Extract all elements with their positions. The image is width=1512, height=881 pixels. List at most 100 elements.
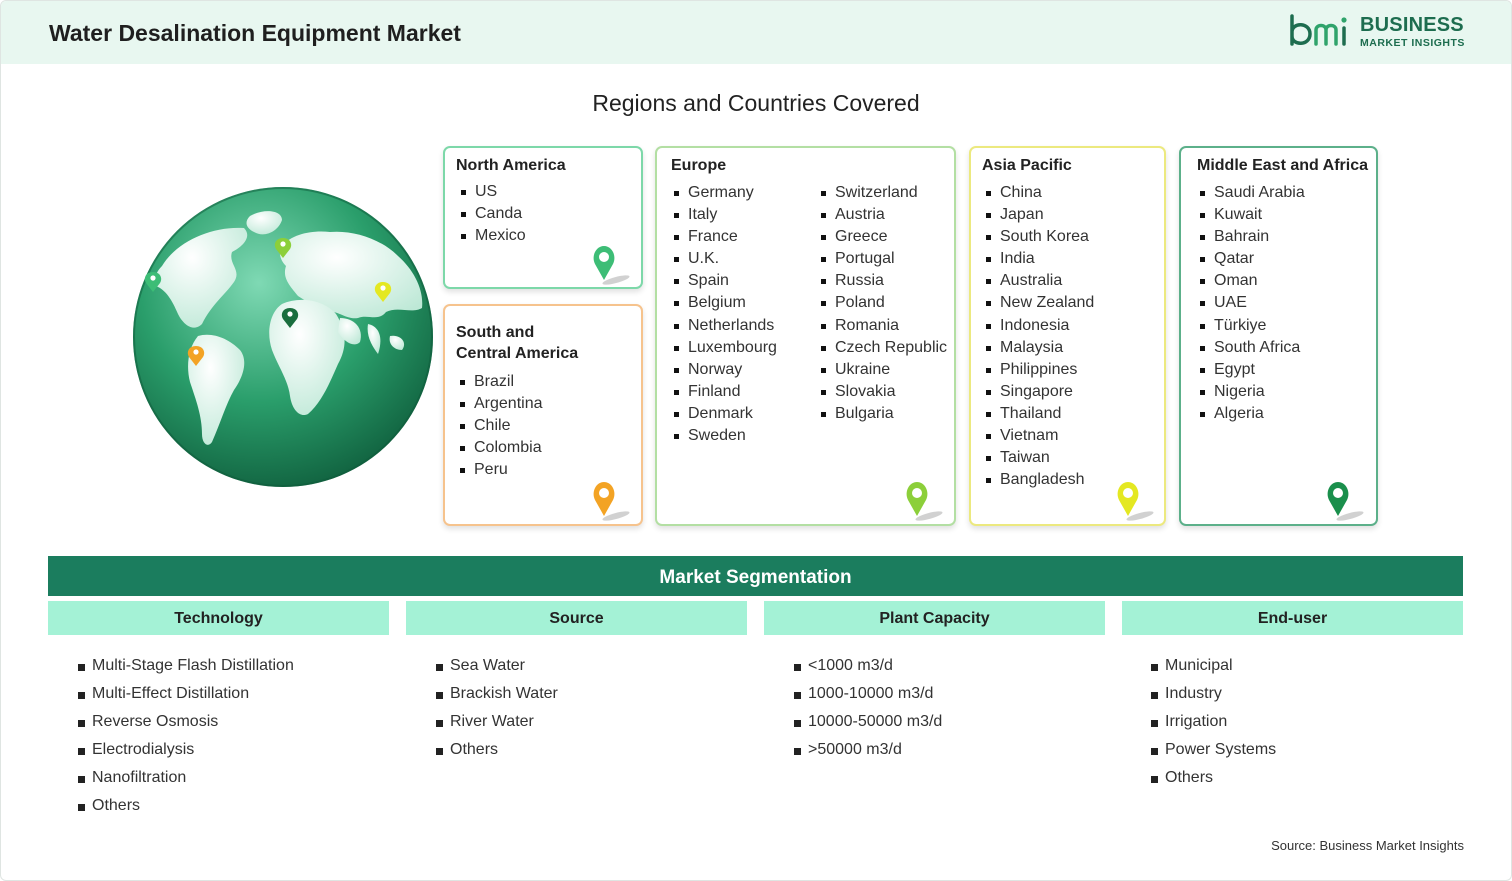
region-card-north-america: North America US Canda Mexico <box>443 146 643 289</box>
segment-item: Sea Water <box>436 652 558 680</box>
country-item: India <box>984 248 1094 270</box>
region-title-line2: Central America <box>456 345 579 362</box>
segment-list-source: Sea Water Brackish Water River Water Oth… <box>436 652 558 764</box>
country-item: Türkiye <box>1198 315 1305 337</box>
country-item: Norway <box>672 359 777 381</box>
country-item: U.K. <box>672 248 777 270</box>
country-item: Argentina <box>458 393 543 415</box>
country-item: Japan <box>984 204 1094 226</box>
region-card-europe: Europe Germany Italy France U.K. Spain B… <box>655 146 956 526</box>
country-item: Switzerland <box>819 182 947 204</box>
country-item: Singapore <box>984 381 1094 403</box>
location-pin-icon <box>593 246 630 285</box>
segment-item: 1000-10000 m3/d <box>794 680 942 708</box>
country-item: Canda <box>459 203 526 225</box>
segment-item: Power Systems <box>1151 736 1276 764</box>
segment-item: Multi-Stage Flash Distillation <box>78 652 294 680</box>
country-item: Russia <box>819 270 947 292</box>
country-item: South Africa <box>1198 337 1305 359</box>
country-item: Ukraine <box>819 359 947 381</box>
country-item: Mexico <box>459 225 526 247</box>
country-item: Czech Republic <box>819 337 947 359</box>
country-item: Italy <box>672 204 777 226</box>
country-item: Algeria <box>1198 403 1305 425</box>
logo-text-market-insights: MARKET INSIGHTS <box>1360 37 1465 49</box>
segment-header-technology: Technology <box>48 601 389 635</box>
segment-item: Others <box>78 792 294 820</box>
segment-item: Electrodialysis <box>78 736 294 764</box>
country-item: Indonesia <box>984 315 1094 337</box>
page-title: Water Desalination Equipment Market <box>49 20 461 46</box>
bmi-logo-icon <box>1290 14 1347 46</box>
region-card-south-central-america: South and Central America Brazil Argenti… <box>443 304 643 526</box>
country-item: Denmark <box>672 403 777 425</box>
segment-header-plant-capacity: Plant Capacity <box>764 601 1105 635</box>
country-item: Netherlands <box>672 315 777 337</box>
segment-header-source: Source <box>406 601 747 635</box>
country-item: Chile <box>458 415 543 437</box>
country-item: Thailand <box>984 403 1094 425</box>
country-item: Peru <box>458 459 543 481</box>
country-item: Luxembourg <box>672 337 777 359</box>
country-item: Nigeria <box>1198 381 1305 403</box>
country-item: Malaysia <box>984 337 1094 359</box>
country-item: Austria <box>819 204 947 226</box>
region-title-asia-pacific: Asia Pacific <box>982 157 1072 174</box>
source-note: Source: Business Market Insights <box>1271 838 1464 853</box>
country-item: Romania <box>819 315 947 337</box>
region-title-middle-east-africa: Middle East and Africa <box>1197 157 1368 174</box>
country-item: Kuwait <box>1198 204 1305 226</box>
country-item: Brazil <box>458 371 543 393</box>
country-item: China <box>984 182 1094 204</box>
country-item: France <box>672 226 777 248</box>
segment-header-end-user: End-user <box>1122 601 1463 635</box>
country-item: UAE <box>1198 292 1305 314</box>
country-item: Bahrain <box>1198 226 1305 248</box>
region-title-north-america: North America <box>456 157 566 174</box>
country-item: South Korea <box>984 226 1094 248</box>
segment-item: Irrigation <box>1151 708 1276 736</box>
region-title-europe: Europe <box>671 157 727 174</box>
region-card-middle-east-africa: Middle East and Africa Saudi Arabia Kuwa… <box>1179 146 1378 526</box>
country-item: Saudi Arabia <box>1198 182 1305 204</box>
country-item: Greece <box>819 226 947 248</box>
segment-item: Others <box>1151 764 1276 792</box>
segment-list-plant-capacity: <1000 m3/d 1000-10000 m3/d 10000-50000 m… <box>794 652 942 764</box>
location-pin-icon <box>1327 482 1364 521</box>
segment-item: Municipal <box>1151 652 1276 680</box>
location-pin-icon <box>1117 482 1154 521</box>
region-title-line1: South and <box>456 324 535 341</box>
country-item: Bulgaria <box>819 403 947 425</box>
country-item: Qatar <box>1198 248 1305 270</box>
country-item: Philippines <box>984 359 1094 381</box>
country-item: Germany <box>672 182 777 204</box>
country-item: Australia <box>984 270 1094 292</box>
country-item: Bangladesh <box>984 469 1094 491</box>
country-item: Colombia <box>458 437 543 459</box>
logo-text-business: BUSINESS <box>1360 14 1464 36</box>
segment-item: Others <box>436 736 558 764</box>
country-item: Belgium <box>672 292 777 314</box>
country-item: Oman <box>1198 270 1305 292</box>
segment-item: 10000-50000 m3/d <box>794 708 942 736</box>
segment-item: Industry <box>1151 680 1276 708</box>
segment-item: <1000 m3/d <box>794 652 942 680</box>
header-bar: Water Desalination Equipment Market <box>1 1 1511 64</box>
country-item: Vietnam <box>984 425 1094 447</box>
country-item: Egypt <box>1198 359 1305 381</box>
region-title-south-central-america: South and Central America <box>456 322 578 364</box>
segment-item: >50000 m3/d <box>794 736 942 764</box>
region-card-asia-pacific: Asia Pacific China Japan South Korea Ind… <box>969 146 1166 526</box>
segment-item: Brackish Water <box>436 680 558 708</box>
segment-list-technology: Multi-Stage Flash Distillation Multi-Eff… <box>78 652 294 820</box>
country-item: Slovakia <box>819 381 947 403</box>
location-pin-icon <box>906 482 943 521</box>
country-item: Finland <box>672 381 777 403</box>
country-item: Spain <box>672 270 777 292</box>
segment-item: Multi-Effect Distillation <box>78 680 294 708</box>
country-item: Portugal <box>819 248 947 270</box>
location-pin-icon <box>593 482 630 521</box>
country-item: Taiwan <box>984 447 1094 469</box>
segment-list-end-user: Municipal Industry Irrigation Power Syst… <box>1151 652 1276 792</box>
segment-item: Reverse Osmosis <box>78 708 294 736</box>
